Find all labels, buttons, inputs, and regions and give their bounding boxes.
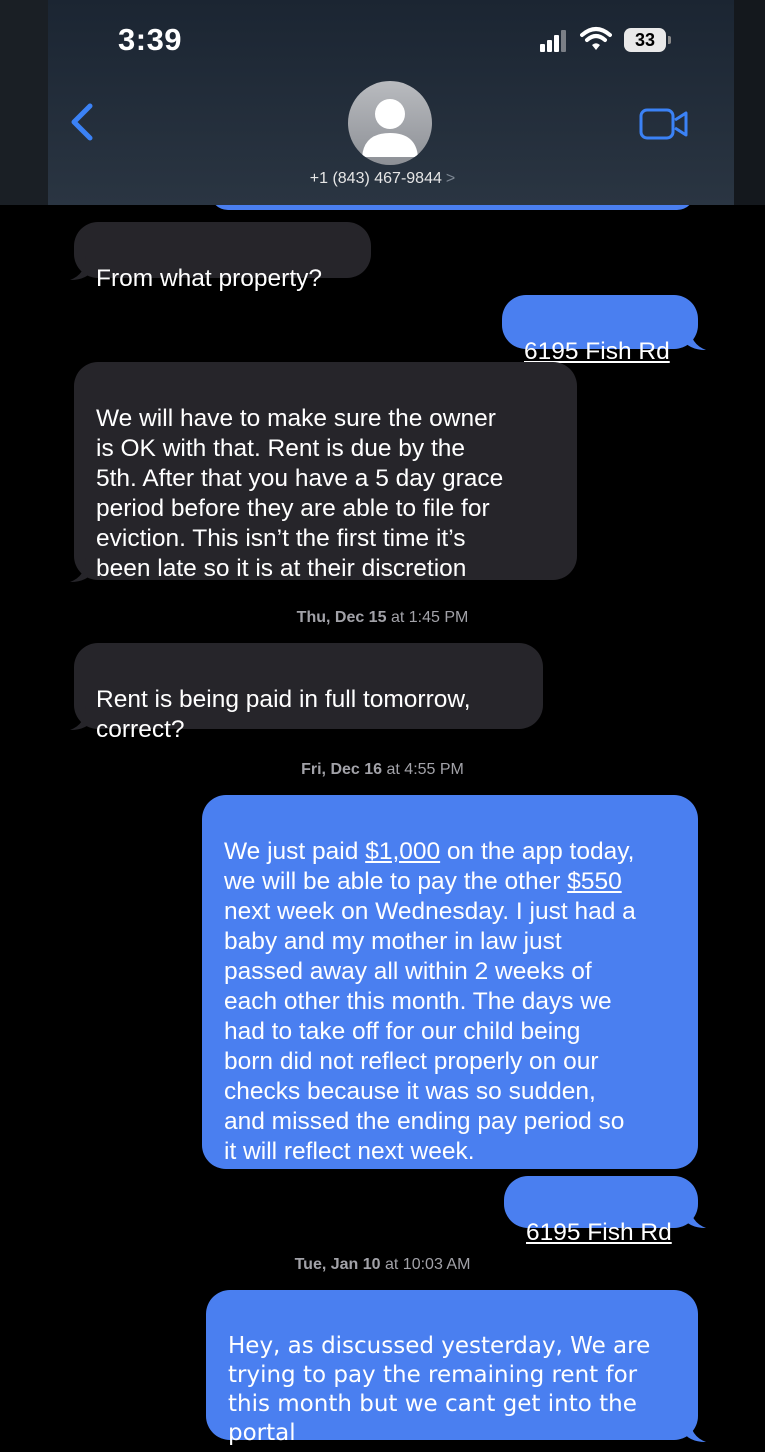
address-link[interactable]: 6195 Fish Rd [526,1219,672,1246]
received-message[interactable]: From what property? [74,222,371,292]
bubble-tail [682,1418,706,1442]
chevron-right-icon: > [445,170,456,187]
sent-message[interactable]: 6195 Fish Rd [504,1176,698,1246]
message-text: next week on Wednesday. I just had a bab… [224,898,636,1165]
message-text: Rent is being paid in full tomorrow, cor… [96,686,471,743]
contact-number: +1 (843) 467-9844 [309,170,442,187]
received-message[interactable]: Rent is being paid in full tomorrow, cor… [74,643,543,743]
address-link[interactable]: 6195 Fish Rd [524,338,670,365]
back-chevron-icon[interactable] [64,100,104,144]
status-icons: 33 [540,26,700,56]
amount-link[interactable]: $550 [567,868,622,895]
sent-message[interactable]: We just paid $1,000 on the app today, we… [202,795,698,1169]
timestamp-day: Tue, Jan 10 [294,1256,381,1273]
timestamp: Fri, Dec 16 at 4:55 PM [0,761,765,779]
timestamp: Tue, Jan 10 at 10:03 AM [0,1256,765,1274]
message-text: From what property? [96,265,323,292]
sent-message[interactable]: Hey, as discussed yesterday, We are tryi… [206,1290,698,1446]
message-text: We will have to make sure the owner is O… [96,405,504,582]
timestamp-time: at 1:45 PM [390,609,469,626]
contact-name[interactable]: +1 (843) 467-9844 > [0,170,765,188]
battery-level: 33 [624,28,666,52]
cellular-signal-icon [540,28,570,52]
video-call-icon[interactable] [638,107,690,141]
status-time: 3:39 [118,22,183,57]
timestamp-day: Thu, Dec 15 [296,609,387,626]
bubble-tail [70,558,94,582]
bubble-tail [70,256,94,280]
received-message[interactable]: We will have to make sure the owner is O… [74,362,577,582]
bubble-tail [682,326,706,350]
avatar[interactable] [348,81,432,165]
wifi-icon [580,27,612,50]
bubble-tail [682,1204,706,1228]
amount-link[interactable]: $1,000 [365,838,440,865]
avatar-person-icon [362,99,418,157]
battery-icon: 33 [624,28,674,52]
sent-message[interactable]: 6195 Fish Rd [502,295,698,365]
message-text: We just paid [224,838,366,865]
messages-screen: 3:39 33 +1 (843) 467-9844 > From what pr… [0,0,765,1452]
timestamp-time: at 4:55 PM [386,761,464,778]
timestamp: Thu, Dec 15 at 1:45 PM [0,609,765,627]
message-text: Hey, as discussed yesterday, We are tryi… [228,1333,651,1446]
bubble-tail [70,706,94,730]
timestamp-day: Fri, Dec 16 [301,761,383,778]
timestamp-time: at 10:03 AM [385,1256,471,1273]
